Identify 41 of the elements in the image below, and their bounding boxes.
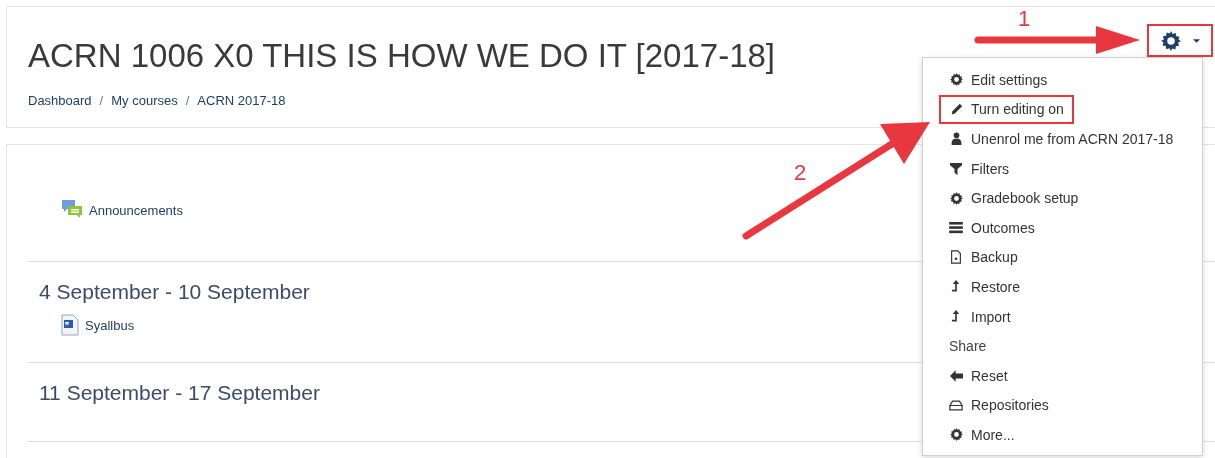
breadcrumb-link[interactable]: ACRN 2017-18: [197, 93, 286, 108]
breadcrumb-separator: /: [99, 93, 104, 108]
menu-item[interactable]: Turn editing on: [939, 94, 1074, 125]
filter-icon: [950, 162, 962, 175]
menu-item[interactable]: Reset: [949, 360, 1202, 391]
step-number: 2: [794, 160, 807, 186]
list-icon: [949, 221, 963, 234]
menu-heading: Share: [949, 337, 988, 357]
breadcrumb-link[interactable]: My courses: [111, 93, 178, 108]
gear-icon: [949, 191, 963, 205]
upload-icon: [951, 310, 961, 324]
pencil-icon: [949, 102, 963, 116]
menu-item[interactable]: Unenrol me from ACRN 2017-18: [949, 124, 1202, 154]
menu-item[interactable]: Repositories: [949, 390, 1202, 421]
section-title: 4 September - 10 September: [39, 280, 310, 304]
settings-menu-button[interactable]: [1147, 24, 1213, 57]
upload-icon: [951, 280, 961, 294]
step-number: 1: [1018, 6, 1031, 32]
activity-link[interactable]: Syallbus: [85, 317, 135, 333]
menu-item[interactable]: Filters: [949, 153, 1202, 184]
menu-item[interactable]: Edit settings: [949, 65, 1202, 95]
menu-item[interactable]: More...: [949, 420, 1202, 450]
user-icon: [950, 132, 962, 146]
breadcrumb-link[interactable]: Dashboard: [28, 93, 92, 108]
menu-item[interactable]: Restore: [949, 272, 1202, 302]
file-icon: [950, 250, 962, 265]
menu-item[interactable]: Gradebook setup: [949, 183, 1202, 213]
drive-icon: [949, 399, 963, 411]
gear-icon: [949, 428, 963, 442]
course-title: ACRN 1006 X0 THIS IS HOW WE DO IT [2017-18]: [28, 36, 776, 76]
back-arrow-icon: [949, 369, 963, 382]
activity-link[interactable]: Announcements: [89, 202, 183, 218]
caret-icon: [1192, 38, 1200, 43]
section-title: 11 September - 17 September: [39, 381, 320, 405]
gear-icon: [1160, 30, 1181, 51]
menu-item[interactable]: Import: [949, 301, 1202, 332]
gear-icon: [949, 73, 963, 87]
document-icon: [61, 314, 79, 336]
menu-item[interactable]: Backup: [949, 242, 1202, 273]
menu-item[interactable]: Outcomes: [949, 212, 1202, 243]
breadcrumb-separator: /: [185, 93, 190, 108]
